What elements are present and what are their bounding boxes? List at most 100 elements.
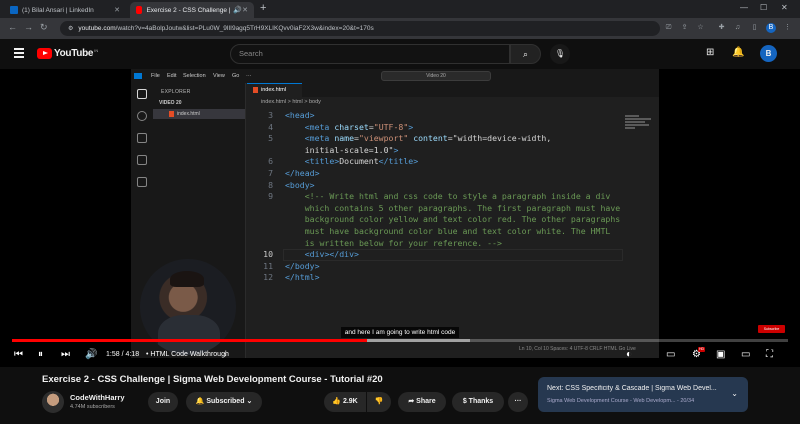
hd-badge: HD [697,347,705,352]
site-info-icon[interactable]: ⚙ [68,25,73,32]
subscribed-label: Subscribed [206,398,245,405]
vscode-logo-icon [134,73,142,79]
menu-edit: Edit [167,73,177,79]
menu-go: Go [232,73,240,79]
chevron-down-icon[interactable]: ⌄ [731,389,738,398]
chevron-right-icon[interactable]: › [224,349,227,361]
subscribe-watermark[interactable]: Subscribe [758,325,785,333]
subscriber-count: 4.74M subscribers [70,404,115,410]
channel-name[interactable]: CodeWithHarry [70,393,125,402]
search-icon: ⌕ [522,49,529,59]
previous-icon[interactable]: ⏮ [14,349,23,361]
new-tab-button[interactable]: + [260,2,266,14]
caption-text: and here I am going to write html code [340,327,460,338]
theater-mode-icon[interactable]: ▭ [741,349,750,361]
profile-icon[interactable]: B [766,23,776,33]
url-host: youtube.com [78,25,116,32]
share-icon[interactable]: ⇪ [680,23,689,32]
extensions-icon[interactable]: ✚ [717,23,726,32]
tab-label: (1) Bilal Ansari | LinkedIn [22,6,94,14]
miniplayer-icon[interactable]: ▣ [716,349,725,361]
create-icon[interactable]: ⊞ [706,47,714,58]
line-number: 10 [263,249,273,260]
address-bar-row: ← → ↻ ⚙ youtube.com/watch?v=4aBolpJoutw&… [0,18,800,39]
youtube-logo[interactable]: YouTube IN [37,48,98,59]
chevron-down-icon: ⌄ [246,398,253,405]
share-button[interactable]: ➦ Share [398,392,446,412]
vscode-titlebar: File Edit Selection View Go ··· Video 20 [131,69,659,83]
mic-icon: 🎙 [554,49,566,58]
speaker-icon[interactable]: 🔊 [233,6,242,14]
pause-icon[interactable]: ⏸ [38,349,43,361]
run-debug-icon [137,155,147,165]
autoplay-toggle[interactable]: ◐ [626,349,632,361]
forward-icon[interactable]: → [24,22,33,32]
next-video-playlist: Sigma Web Development Course - Web Devel… [547,398,695,404]
code-editor: index.html index.html > html > body 3 <he… [247,83,659,358]
close-icon[interactable]: ✕ [242,6,248,14]
url-path: /watch?v=4aBolpJoutw&list=PLu0W_9lII9agq… [115,25,374,32]
minimize-button[interactable]: — [740,3,748,12]
line-number: 8 [268,179,273,190]
avatar[interactable]: B [760,45,777,62]
volume-icon[interactable]: 🔊 [85,349,97,361]
reload-icon[interactable]: ↻ [40,22,48,33]
url-bar[interactable]: ⚙ youtube.com/watch?v=4aBolpJoutw&list=P… [60,21,660,36]
html-file-icon [253,86,258,93]
search-icon [137,111,147,121]
line-number: 4 [268,121,273,132]
notifications-icon[interactable]: 🔔 [732,47,744,58]
fullscreen-icon[interactable]: ⛶ [766,349,773,361]
dislike-button[interactable]: 👎 [367,392,391,412]
sidepanel-icon[interactable]: ▯ [750,23,759,32]
search-button[interactable]: ⌕ [510,44,541,64]
close-icon[interactable]: ✕ [114,6,120,14]
explorer-header: EXPLORER [161,89,191,95]
menu-icon[interactable] [14,48,24,60]
next-icon[interactable]: ⏭ [61,349,70,361]
captions-icon[interactable]: ▭ [666,349,675,361]
editor-tab-row: index.html [247,83,659,97]
join-button[interactable]: Join [148,392,178,412]
maximize-button[interactable]: ☐ [760,3,767,12]
next-video-card[interactable]: Next: CSS Specificity & Cascade | Sigma … [538,377,748,412]
tab-linkedin[interactable]: (1) Bilal Ansari | LinkedIn ✕ [4,2,126,18]
menu-dots-icon[interactable]: ⋮ [783,23,792,32]
subscribed-button[interactable]: 🔔 Subscribed ⌄ [186,392,262,412]
thumbs-down-icon: 👎 [374,398,384,405]
code-line: <body> [285,179,315,190]
more-actions-button[interactable]: ··· [508,392,528,412]
line-number: 11 [263,260,273,271]
search-input[interactable]: Search [230,44,510,64]
youtube-favicon [136,6,143,14]
minimap [625,115,655,145]
video-player[interactable]: File Edit Selection View Go ··· Video 20… [0,69,800,367]
thanks-button[interactable]: $ Thanks [452,392,504,412]
share-label: Share [416,398,436,405]
progress-bar[interactable] [12,339,788,342]
chapter-title[interactable]: • HTML Code Walkthrough [146,351,229,358]
time-display: 1:58 / 4:18 [106,351,140,358]
tab-youtube[interactable]: Exercise 2 - CSS Challenge | Sigma 🔊 ✕ [130,2,254,18]
bell-icon: 🔔 [195,398,205,405]
star-icon[interactable]: ☆ [696,23,705,32]
line-number: 6 [268,156,273,167]
thanks-label: Thanks [468,398,494,405]
explorer-icon [137,89,147,99]
back-icon[interactable]: ← [8,22,17,32]
like-button[interactable]: 👍 2.9K [324,392,366,412]
cast-icon[interactable]: ⎚ [664,23,673,32]
menu-more: ··· [246,73,252,79]
thanks-icon: $ [462,398,467,405]
menu-view: View [213,73,225,79]
player-controls: ⏮ ⏸ ⏭ 🔊 1:58 / 4:18 • HTML Code Walkthro… [0,345,800,365]
voice-search-button[interactable]: 🎙 [550,44,570,64]
file-label: index.html [177,111,200,117]
code-line: is written below for your reference. --> [285,237,502,248]
close-window-button[interactable]: ✕ [781,3,788,12]
media-icon[interactable]: ♫ [733,23,742,32]
code-line: which contains 5 other paragraphs. The f… [285,202,621,213]
settings-icon[interactable]: ⚙ HD [692,347,705,361]
menu-selection: Selection [183,73,206,79]
channel-avatar[interactable] [42,391,64,413]
